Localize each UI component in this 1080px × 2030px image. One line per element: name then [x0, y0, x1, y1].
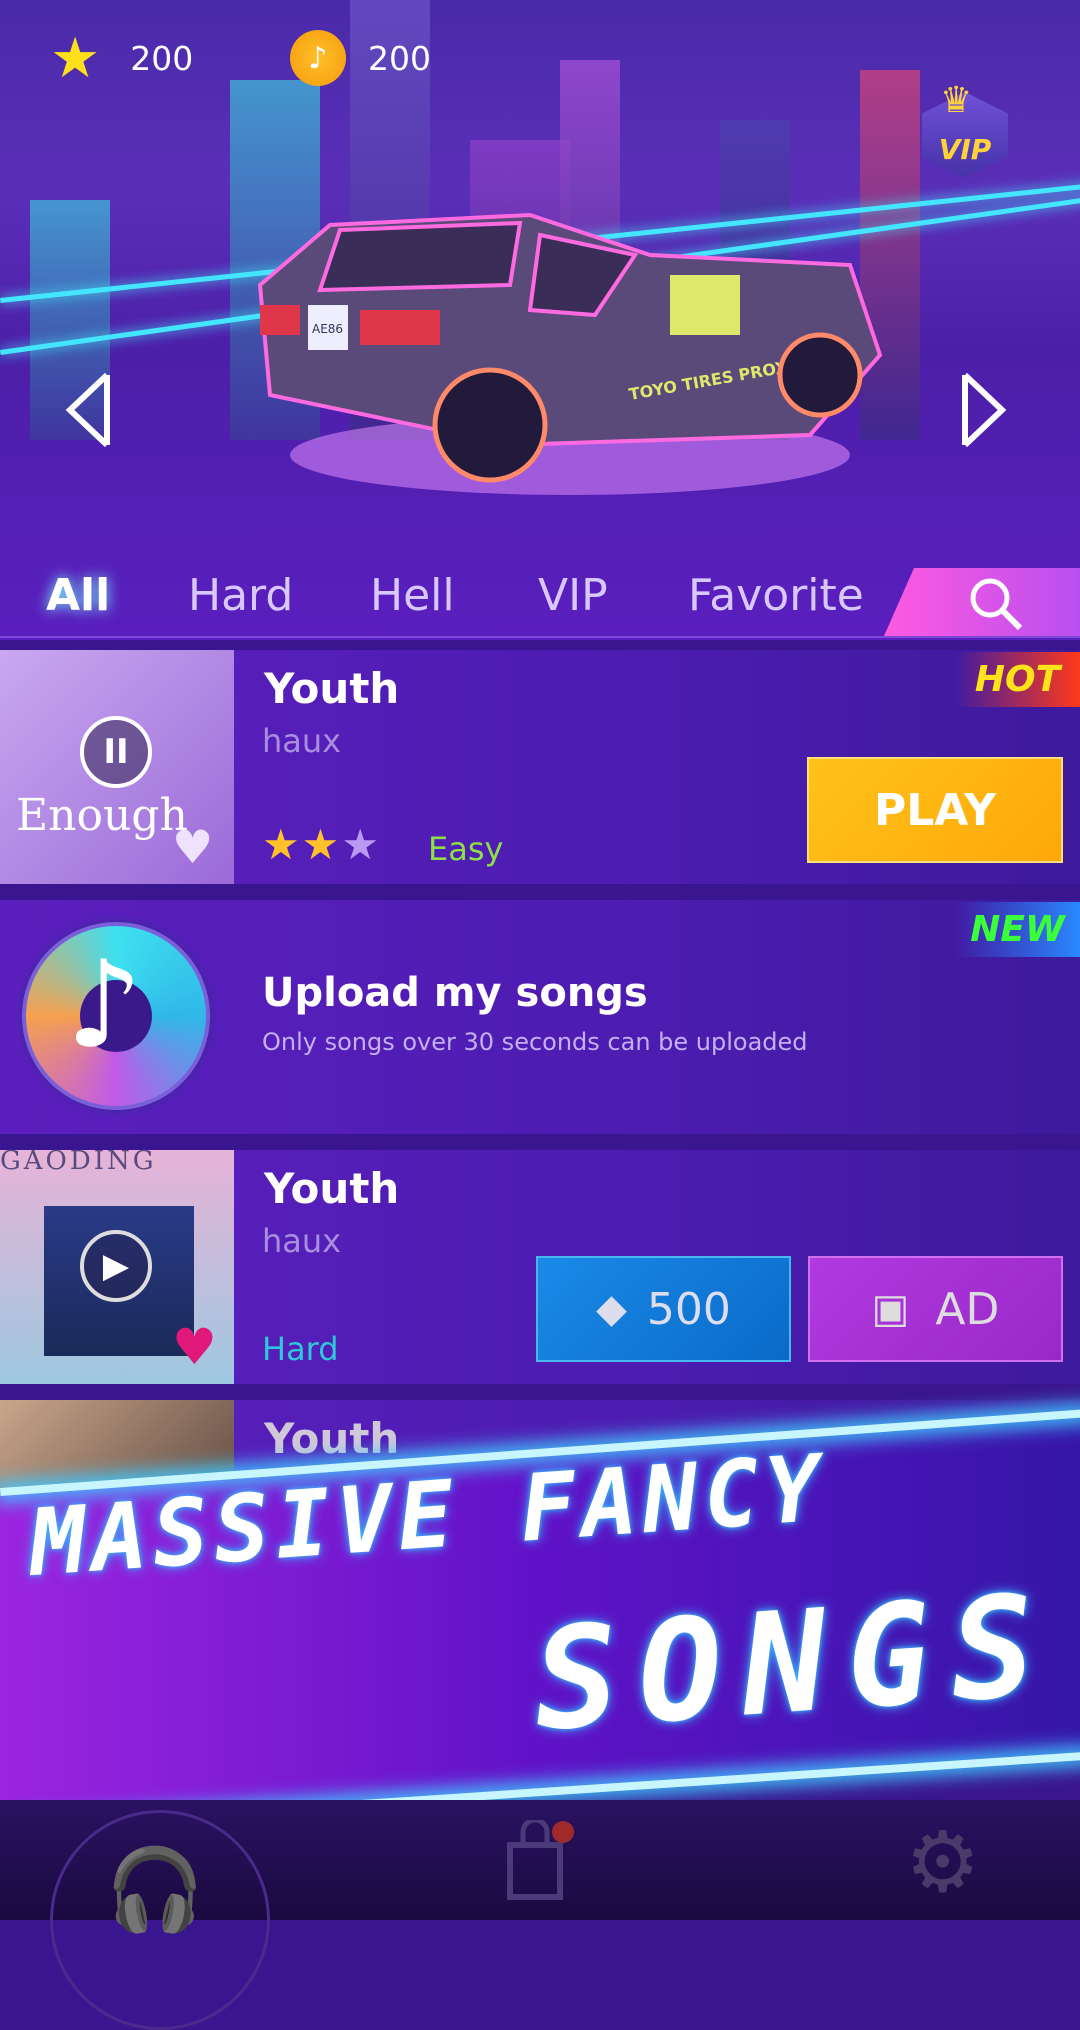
upload-subtitle: Only songs over 30 seconds can be upload… [262, 1028, 808, 1056]
music-coin-icon: ♪ [290, 30, 346, 86]
album-text: GAODING [0, 1146, 157, 1176]
tab-vip[interactable]: VIP [538, 570, 608, 621]
price-value: 500 [646, 1283, 731, 1335]
ad-label: AD [935, 1283, 1000, 1335]
nav-music[interactable]: 🎧 [50, 1810, 270, 2030]
stars-counter: ★ 200 [50, 26, 194, 91]
car-showcase: AE86 TOYO TIRES PROXES ★ 200 ♪ 200 VIP ♛… [0, 0, 1080, 640]
upload-songs-row[interactable]: ♪ Upload my songs Only songs over 30 sec… [0, 900, 1080, 1134]
heart-icon[interactable]: ♥ [172, 820, 213, 874]
category-tabs: All Hard Hell VIP Favorite [0, 560, 1080, 638]
song-row[interactable]: Enough II ♥ Youth haux ★★★ Easy HOT PLAY [0, 650, 1080, 884]
tab-hell[interactable]: Hell [370, 570, 455, 621]
play-preview-icon[interactable]: ▶ [80, 1230, 152, 1302]
upload-title: Upload my songs [262, 970, 648, 1016]
song-title: Youth [264, 1164, 400, 1213]
song-artist: haux [262, 722, 342, 760]
crown-icon: ♛ [940, 80, 973, 121]
coins-counter: ♪ 200 [290, 30, 431, 86]
tab-all[interactable]: All [46, 570, 110, 621]
album-art: GAODING ▶ ♥ [0, 1146, 234, 1384]
song-artist: haux [262, 1222, 342, 1260]
difficulty-stars: ★★★ [262, 820, 381, 869]
album-art: Enough II ♥ [0, 650, 234, 884]
next-car-arrow-icon[interactable] [950, 370, 1010, 450]
buy-gems-button[interactable]: ◆ 500 [536, 1256, 791, 1362]
star-icon: ★ [50, 25, 101, 91]
headphones-icon: 🎧 [105, 1843, 205, 1936]
difficulty-label: Easy [428, 830, 504, 868]
play-button[interactable]: PLAY [807, 757, 1063, 863]
search-button[interactable] [884, 568, 1080, 636]
nav-shop[interactable] [505, 1817, 575, 1900]
album-text: Enough [16, 790, 188, 841]
heart-icon[interactable]: ♥ [172, 1318, 217, 1376]
vip-label: VIP [938, 133, 992, 166]
car-image[interactable]: AE86 TOYO TIRES PROXES [250, 195, 890, 505]
pause-icon[interactable]: II [80, 716, 152, 788]
song-title: Youth [264, 664, 400, 713]
song-title: Youth [264, 1414, 400, 1463]
hot-badge: HOT [955, 652, 1080, 707]
diamond-icon: ◆ [596, 1286, 627, 1332]
difficulty-label: Hard [262, 1330, 339, 1368]
bottom-nav: 🎧 ⚙ [0, 1800, 1080, 2030]
tab-favorite[interactable]: Favorite [688, 570, 864, 621]
video-icon: ▣ [871, 1286, 910, 1332]
watch-ad-button[interactable]: ▣ AD [808, 1256, 1063, 1362]
stars-value: 200 [130, 38, 194, 78]
prev-car-arrow-icon[interactable] [62, 370, 122, 450]
license-plate: AE86 [312, 322, 343, 336]
settings-gear-icon[interactable]: ⚙ [905, 1820, 980, 1904]
coins-value: 200 [368, 38, 431, 78]
new-badge: NEW [955, 902, 1080, 957]
search-icon [970, 578, 1023, 631]
tab-hard[interactable]: Hard [188, 570, 293, 621]
shop-bag-icon [507, 1817, 574, 1900]
music-disc-icon: ♪ [22, 922, 210, 1110]
song-row[interactable]: GAODING ▶ ♥ Youth haux Hard ◆ 500 ▣ AD [0, 1146, 1080, 1384]
